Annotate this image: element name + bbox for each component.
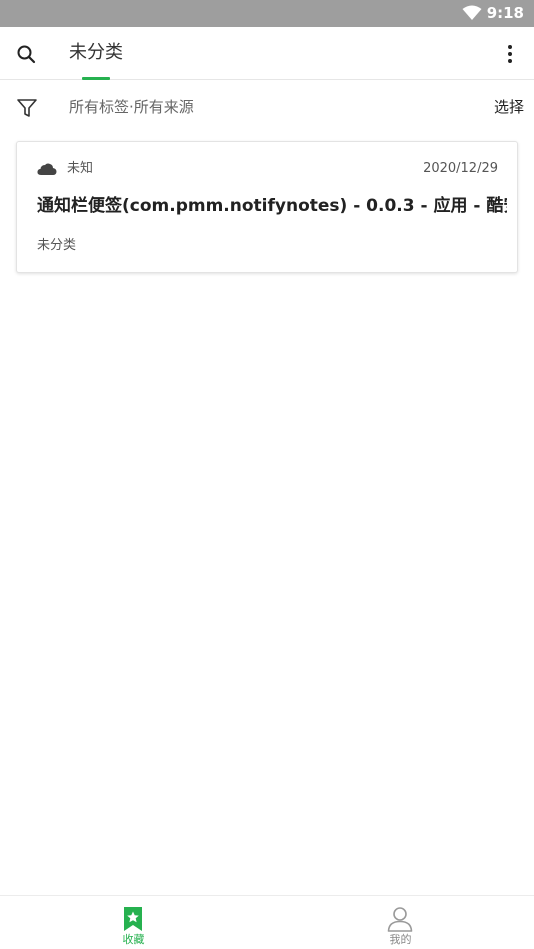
tab-uncategorized[interactable]: 未分类 [69,41,123,65]
status-bar: 9:18 [0,0,534,27]
select-button[interactable]: 选择 [494,97,524,117]
nav-item-me[interactable]: 我的 [267,896,534,949]
person-icon [387,907,413,932]
note-date: 2020/12/29 [423,161,498,176]
app-bar: 未分类 [0,27,534,80]
cloud-icon [37,163,57,175]
more-dot-icon [508,52,512,56]
nav-item-favorites[interactable]: 收藏 [0,896,267,949]
note-source: 未知 [67,161,94,176]
status-time: 9:18 [486,4,524,22]
more-dot-icon [508,45,512,49]
note-title: 通知栏便签(com.pmm.notifynotes) - 0.0.3 - 应用 … [37,196,507,216]
search-button[interactable] [12,40,40,68]
filter-bar: 所有标签·所有来源 选择 [0,80,534,135]
filter-summary[interactable]: 所有标签·所有来源 [69,97,194,117]
more-dot-icon [508,59,512,63]
nav-label-favorites: 收藏 [122,933,145,946]
more-options-button[interactable] [500,40,520,68]
bottom-nav: 收藏 我的 [0,895,534,949]
wifi-icon [462,5,482,20]
search-icon [17,45,36,64]
note-card[interactable]: 未知 2020/12/29 通知栏便签(com.pmm.notifynotes)… [16,141,518,273]
note-category: 未分类 [37,238,77,253]
bookmark-star-icon [124,907,142,931]
nav-label-me: 我的 [389,933,412,946]
filter-icon[interactable] [16,97,38,119]
